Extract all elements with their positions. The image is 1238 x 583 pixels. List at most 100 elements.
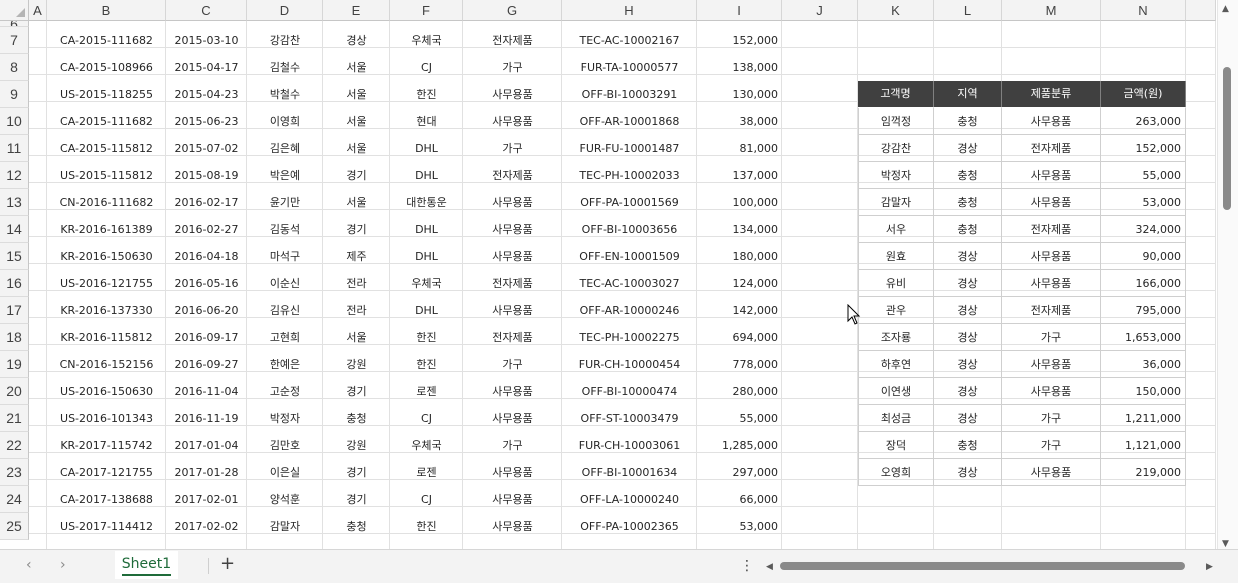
order-id-cell[interactable]: CN-2016-111682: [47, 189, 166, 216]
lookup-cell[interactable]: 원효: [858, 243, 934, 270]
row-header-23[interactable]: 23: [0, 459, 29, 486]
order-region-cell[interactable]: 경기: [323, 459, 390, 486]
order-date-cell[interactable]: 2016-09-17: [166, 324, 247, 351]
order-category-cell[interactable]: 가구: [463, 432, 562, 459]
lookup-cell[interactable]: 하후연: [858, 351, 934, 378]
order-region-cell[interactable]: 경기: [323, 216, 390, 243]
order-category-cell[interactable]: 사무용품: [463, 108, 562, 135]
row-header-13[interactable]: 13: [0, 189, 29, 216]
column-header-j[interactable]: J: [782, 0, 858, 21]
order-date-cell[interactable]: 2016-02-17: [166, 189, 247, 216]
order-category-cell[interactable]: 사무용품: [463, 459, 562, 486]
order-date-cell[interactable]: 2017-02-02: [166, 513, 247, 540]
order-id-cell[interactable]: US-2015-115812: [47, 162, 166, 189]
lookup-cell[interactable]: 36,000: [1101, 351, 1186, 378]
order-product-cell[interactable]: OFF-LA-10000240: [562, 486, 697, 513]
order-region-cell[interactable]: 경기: [323, 378, 390, 405]
lookup-cell[interactable]: 오영희: [858, 459, 934, 486]
order-amount-cell[interactable]: 55,000: [697, 405, 782, 432]
order-category-cell[interactable]: 전자제품: [463, 27, 562, 54]
column-header-f[interactable]: F: [390, 0, 463, 21]
order-carrier-cell[interactable]: 한진: [390, 81, 463, 108]
lookup-cell[interactable]: 경상: [934, 243, 1002, 270]
order-carrier-cell[interactable]: 한진: [390, 513, 463, 540]
order-date-cell[interactable]: 2017-01-28: [166, 459, 247, 486]
order-name-cell[interactable]: 김철수: [247, 54, 323, 81]
order-category-cell[interactable]: 사무용품: [463, 81, 562, 108]
lookup-cell[interactable]: 전자제품: [1002, 297, 1101, 324]
order-carrier-cell[interactable]: CJ: [390, 54, 463, 81]
order-region-cell[interactable]: 제주: [323, 243, 390, 270]
lookup-cell[interactable]: 최성금: [858, 405, 934, 432]
order-date-cell[interactable]: 2016-05-16: [166, 270, 247, 297]
row-header-12[interactable]: 12: [0, 162, 29, 189]
order-product-cell[interactable]: FUR-CH-10003061: [562, 432, 697, 459]
row-header-22[interactable]: 22: [0, 432, 29, 459]
column-header-l[interactable]: L: [934, 0, 1002, 21]
order-carrier-cell[interactable]: CJ: [390, 486, 463, 513]
lookup-cell[interactable]: 감말자: [858, 189, 934, 216]
vertical-scroll-thumb[interactable]: [1223, 67, 1231, 210]
order-id-cell[interactable]: CN-2016-152156: [47, 351, 166, 378]
order-name-cell[interactable]: 윤기만: [247, 189, 323, 216]
order-amount-cell[interactable]: 130,000: [697, 81, 782, 108]
column-header-b[interactable]: B: [47, 0, 166, 21]
order-id-cell[interactable]: KR-2017-115742: [47, 432, 166, 459]
order-name-cell[interactable]: 박철수: [247, 81, 323, 108]
order-product-cell[interactable]: TEC-PH-10002033: [562, 162, 697, 189]
row-header-19[interactable]: 19: [0, 351, 29, 378]
row-header-10[interactable]: 10: [0, 108, 29, 135]
lookup-cell[interactable]: 사무용품: [1002, 243, 1101, 270]
order-amount-cell[interactable]: 81,000: [697, 135, 782, 162]
row-header-9[interactable]: 9: [0, 81, 29, 108]
order-product-cell[interactable]: OFF-PA-10001569: [562, 189, 697, 216]
lookup-cell[interactable]: 사무용품: [1002, 162, 1101, 189]
column-header-a[interactable]: A: [29, 0, 47, 21]
order-product-cell[interactable]: OFF-EN-10001509: [562, 243, 697, 270]
lookup-cell[interactable]: 53,000: [1101, 189, 1186, 216]
lookup-cell[interactable]: 경상: [934, 297, 1002, 324]
lookup-cell[interactable]: 경상: [934, 459, 1002, 486]
lookup-cell[interactable]: 강감찬: [858, 135, 934, 162]
order-region-cell[interactable]: 서울: [323, 54, 390, 81]
order-name-cell[interactable]: 한예은: [247, 351, 323, 378]
lookup-cell[interactable]: 충청: [934, 432, 1002, 459]
order-amount-cell[interactable]: 66,000: [697, 486, 782, 513]
lookup-cell[interactable]: 전자제품: [1002, 216, 1101, 243]
next-sheet-icon[interactable]: ›: [60, 557, 66, 573]
order-carrier-cell[interactable]: CJ: [390, 405, 463, 432]
order-region-cell[interactable]: 서울: [323, 108, 390, 135]
more-options-icon[interactable]: ⋮: [740, 558, 754, 574]
lookup-cell[interactable]: 경상: [934, 405, 1002, 432]
column-header-e[interactable]: E: [323, 0, 390, 21]
order-name-cell[interactable]: 김동석: [247, 216, 323, 243]
order-date-cell[interactable]: 2015-07-02: [166, 135, 247, 162]
lookup-cell[interactable]: 경상: [934, 135, 1002, 162]
order-name-cell[interactable]: 박은예: [247, 162, 323, 189]
order-product-cell[interactable]: TEC-PH-10002275: [562, 324, 697, 351]
lookup-cell[interactable]: 경상: [934, 378, 1002, 405]
order-product-cell[interactable]: OFF-ST-10003479: [562, 405, 697, 432]
lookup-cell[interactable]: 경상: [934, 351, 1002, 378]
order-region-cell[interactable]: 서울: [323, 135, 390, 162]
order-name-cell[interactable]: 감말자: [247, 513, 323, 540]
row-header-25[interactable]: 25: [0, 513, 29, 540]
order-carrier-cell[interactable]: DHL: [390, 162, 463, 189]
lookup-cell[interactable]: 150,000: [1101, 378, 1186, 405]
order-category-cell[interactable]: 사무용품: [463, 486, 562, 513]
order-name-cell[interactable]: 김유신: [247, 297, 323, 324]
order-id-cell[interactable]: KR-2016-115812: [47, 324, 166, 351]
order-region-cell[interactable]: 서울: [323, 189, 390, 216]
spreadsheet[interactable]: ABCDEFGHIJKLMN67891011121314151617181920…: [0, 0, 1238, 583]
order-date-cell[interactable]: 2015-06-23: [166, 108, 247, 135]
lookup-cell[interactable]: 1,653,000: [1101, 324, 1186, 351]
order-region-cell[interactable]: 전라: [323, 270, 390, 297]
lookup-cell[interactable]: 충청: [934, 216, 1002, 243]
order-id-cell[interactable]: KR-2016-137330: [47, 297, 166, 324]
row-header-24[interactable]: 24: [0, 486, 29, 513]
order-carrier-cell[interactable]: DHL: [390, 243, 463, 270]
lookup-cell[interactable]: 서우: [858, 216, 934, 243]
order-id-cell[interactable]: US-2015-118255: [47, 81, 166, 108]
order-category-cell[interactable]: 사무용품: [463, 405, 562, 432]
order-id-cell[interactable]: US-2016-150630: [47, 378, 166, 405]
